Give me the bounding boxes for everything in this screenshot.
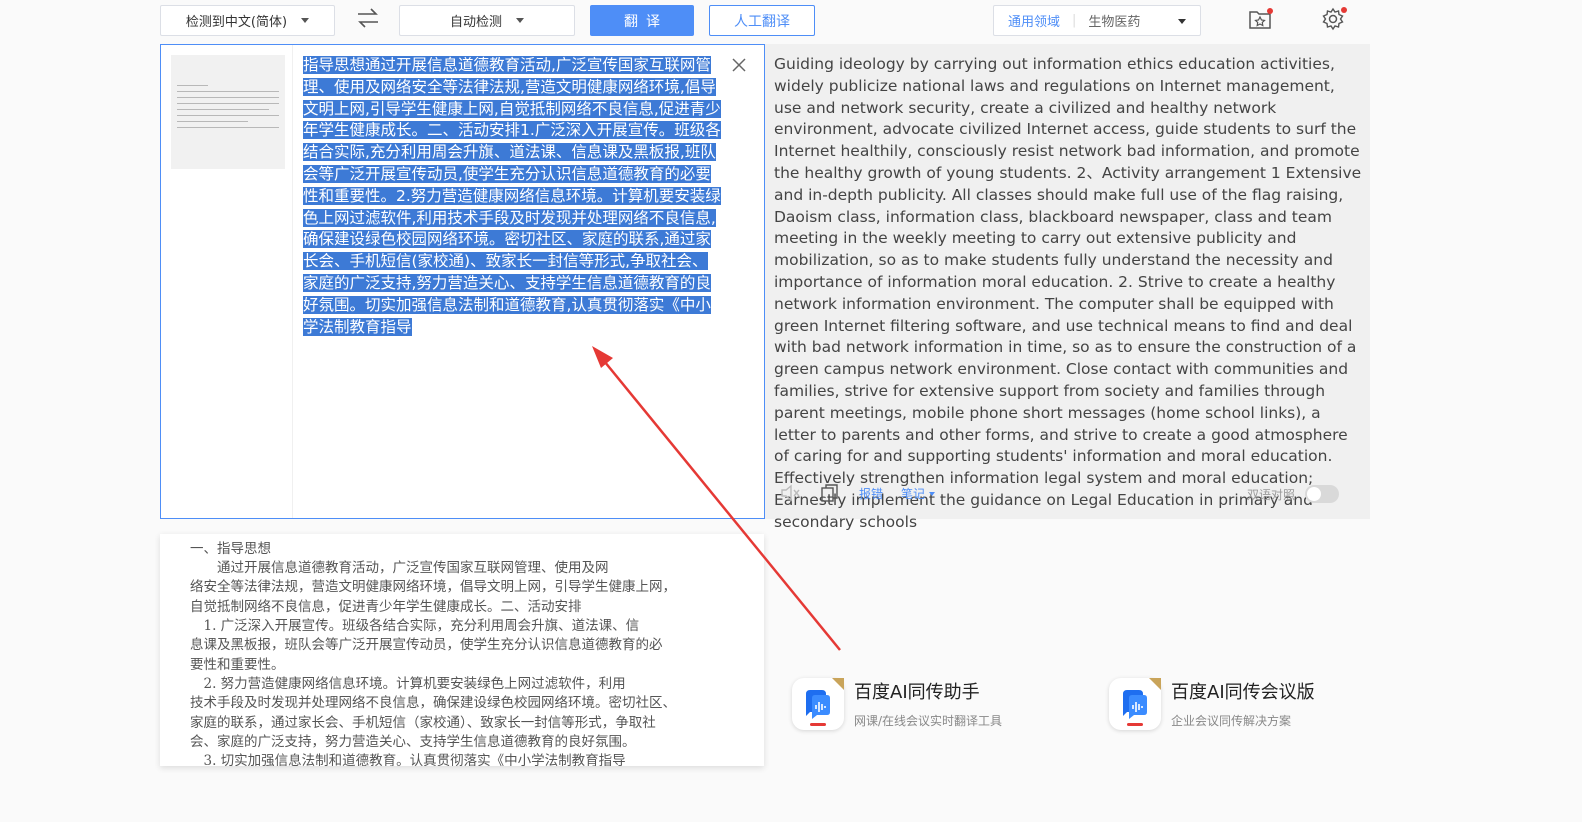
chevron-down-icon xyxy=(301,18,310,23)
favorites-icon[interactable] xyxy=(1248,7,1274,31)
human-translate-button[interactable]: 人工翻译 xyxy=(709,5,815,36)
domain-value: 生物医药 xyxy=(1088,15,1141,30)
speaker-muted-icon[interactable] xyxy=(779,482,801,504)
settings-gear-icon[interactable] xyxy=(1321,7,1347,31)
document-line: 络安全等法律法规，营造文明健康网络环境，倡导文明上网，引导学生健康上网， xyxy=(190,579,676,595)
source-language-label: 检测到中文(简体) xyxy=(185,15,288,30)
notes-dropdown[interactable]: 笔记 xyxy=(901,485,936,502)
source-panel[interactable]: 指导思想通过开展信息道德教育活动,广泛宣传国家互联网管理、使用及网络安全等法律法… xyxy=(160,44,765,519)
document-line: 通过开展信息道德教育活动，广泛宣传国家互联网管理、使用及网 xyxy=(190,560,609,576)
target-actions: 报错 笔记 双语对照 xyxy=(779,482,1355,504)
chevron-down-icon xyxy=(929,492,936,496)
ai-assistant-logo xyxy=(792,678,844,730)
copy-icon[interactable] xyxy=(819,482,841,504)
document-line: 要性和重要性。 xyxy=(190,657,285,673)
target-language-label: 自动检测 xyxy=(449,15,502,30)
ai-meeting-logo xyxy=(1109,678,1161,730)
source-text-area[interactable]: 指导思想通过开展信息道德教育活动,广泛宣传国家互联网管理、使用及网络安全等法律法… xyxy=(303,55,721,338)
panel-divider xyxy=(292,45,293,518)
translation-output: Guiding ideology by carrying out informa… xyxy=(774,55,1362,531)
chevron-down-icon xyxy=(1178,19,1186,24)
domain-select[interactable]: 通用领域 | 生物医药 xyxy=(993,5,1201,36)
document-line: 息课及黑板报，班队会等广泛开展宣传动员，使学生充分认识信息道德教育的必 xyxy=(190,637,663,653)
domain-separator: | xyxy=(1072,13,1077,28)
domain-label: 通用领域 xyxy=(1008,15,1061,30)
promo-subtitle: 网课/在线会议实时翻译工具 xyxy=(854,714,1003,728)
target-language-select[interactable]: 自动检测 xyxy=(399,5,575,36)
promo-subtitle: 企业会议同传解决方案 xyxy=(1171,714,1292,728)
document-line: 会、家庭的广泛支持，努力营造关心、支持学生信息道德教育的良好氛围。 xyxy=(190,734,636,750)
document-line: 技术手段及时发现并处理网络不良信息，确保建设绿色校园网络环境。密切社区、 xyxy=(190,695,676,711)
document-line: 自觉抵制网络不良信息，促进青少年学生健康成长。二、活动安排 xyxy=(190,599,582,615)
promo-ai-assistant[interactable]: 百度AI同传助手 网课/在线会议实时翻译工具 xyxy=(792,678,1052,734)
selected-source-text[interactable]: 指导思想通过开展信息道德教育活动,广泛宣传国家互联网管理、使用及网络安全等法律法… xyxy=(303,56,721,336)
document-line: 1. 广泛深入开展宣传。班级各结合实际，充分利用周会升旗、道法课、信 xyxy=(190,618,640,634)
source-language-select[interactable]: 检测到中文(简体) xyxy=(160,5,335,36)
target-panel: Guiding ideology by carrying out informa… xyxy=(765,44,1370,531)
document-image: 一、指导思想 通过开展信息道德教育活动，广泛宣传国家互联网管理、使用及网 络安全… xyxy=(160,534,764,766)
promo-ai-meeting[interactable]: 百度AI同传会议版 企业会议同传解决方案 xyxy=(1109,678,1369,734)
notes-label: 笔记 xyxy=(901,486,926,501)
chevron-down-icon xyxy=(516,18,524,23)
swap-languages-icon[interactable] xyxy=(356,8,380,28)
document-line: 一、指导思想 xyxy=(190,541,271,557)
document-line: 家庭的联系，通过家长会、手机短信（家校通）、致家长一封信等形式，争取社 xyxy=(190,715,656,731)
document-line: 3. 切实加强信息法制和道德教育。认真贯彻落实《中小学法制教育指导 xyxy=(190,753,626,766)
document-thumbnail[interactable] xyxy=(171,55,285,169)
bilingual-toggle[interactable] xyxy=(1305,485,1339,503)
close-icon[interactable] xyxy=(731,57,747,73)
translate-button[interactable]: 翻译 xyxy=(590,5,694,36)
report-error-link[interactable]: 报错 xyxy=(859,485,883,502)
bilingual-toggle-group: 双语对照 xyxy=(1247,485,1339,503)
translate-page: 检测到中文(简体) 自动检测 翻译 人工翻译 通用领域 | 生物医药 指导思想通… xyxy=(0,0,1582,822)
bilingual-label: 双语对照 xyxy=(1246,487,1295,502)
document-line: 2. 努力营造健康网络信息环境。计算机要安装绿色上网过滤软件，利用 xyxy=(190,676,626,692)
thumbnail-preview xyxy=(177,85,279,137)
